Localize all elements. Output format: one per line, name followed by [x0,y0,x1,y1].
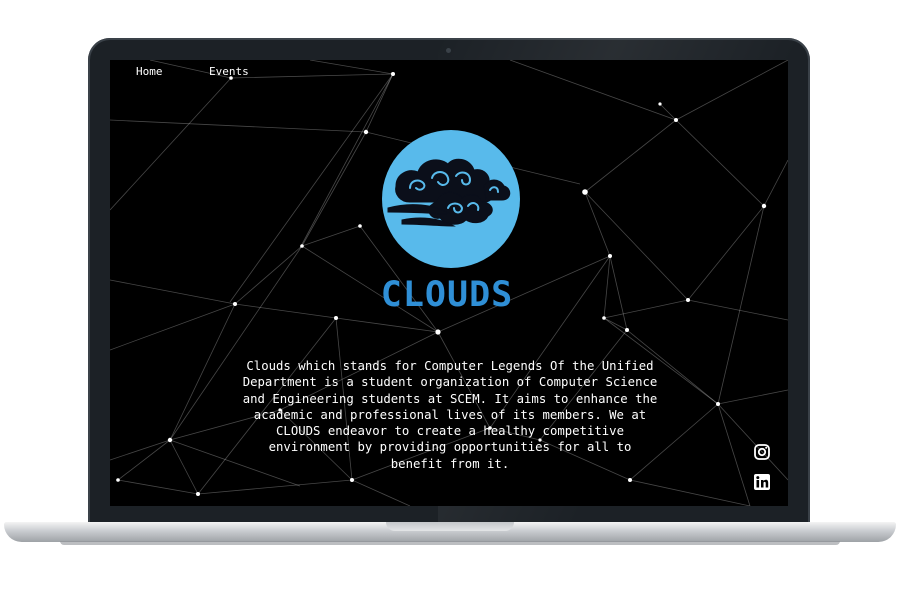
about-text: Clouds which stands for Computer Legends… [242,359,658,471]
nav-events-link[interactable]: Events [209,65,249,78]
instagram-icon[interactable] [753,443,771,461]
top-nav: Home Events [110,60,788,82]
webcam [446,48,451,53]
laptop-base-shadow [60,541,840,545]
website-screen: Home Events CLOUDS Clouds which stands f… [110,60,788,506]
laptop-opening-notch [386,522,514,531]
linkedin-icon[interactable] [753,473,771,491]
nav-home-link[interactable]: Home [136,65,163,78]
